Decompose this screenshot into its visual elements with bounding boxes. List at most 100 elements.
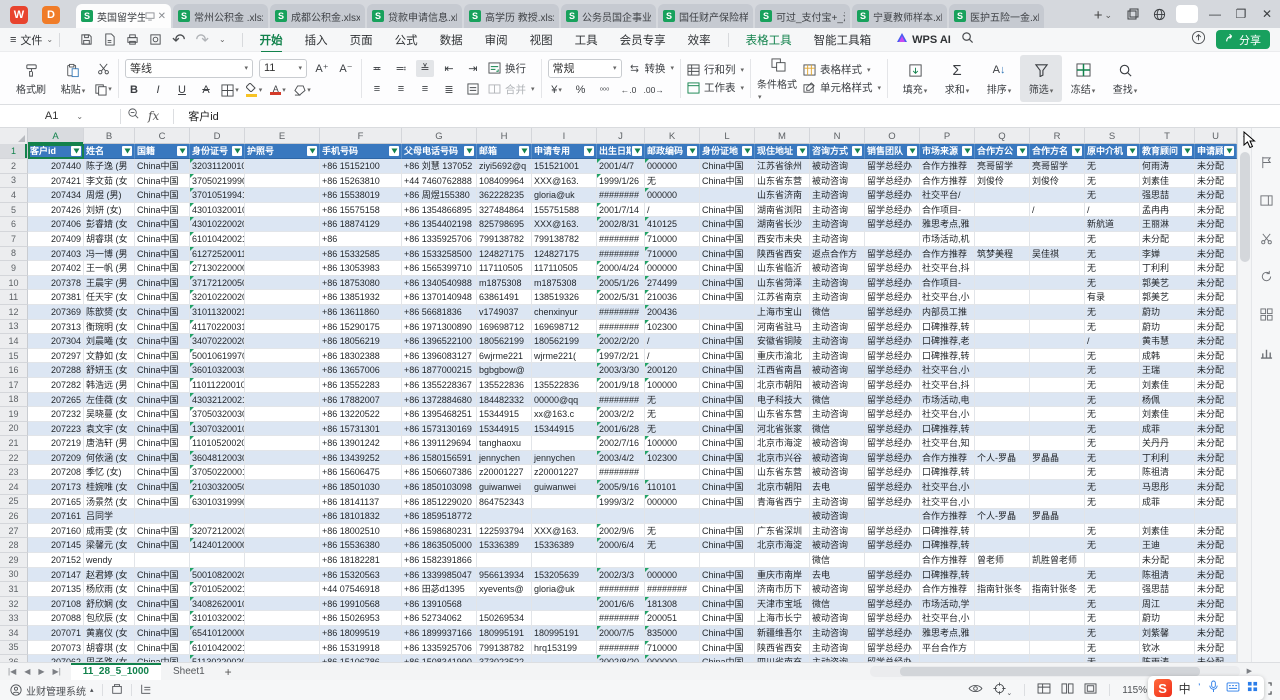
cell[interactable]: China中国 bbox=[700, 495, 755, 510]
cell[interactable] bbox=[975, 363, 1030, 378]
cell[interactable]: China中国 bbox=[700, 611, 755, 626]
cell[interactable]: +86 17882007 bbox=[320, 393, 402, 408]
cell[interactable] bbox=[1030, 320, 1085, 335]
cell[interactable]: 710000 bbox=[645, 641, 700, 656]
cell[interactable]: 陕西省西安 bbox=[755, 247, 810, 262]
convert-button[interactable]: 转换▾ bbox=[628, 61, 675, 76]
cell[interactable]: 蔚玏 bbox=[1140, 305, 1195, 320]
cell[interactable] bbox=[1030, 641, 1085, 656]
row-header[interactable]: 14 bbox=[0, 334, 28, 349]
cell[interactable]: China中国 bbox=[135, 436, 190, 451]
format-painter-button[interactable]: 格式刷 bbox=[10, 55, 52, 102]
cell[interactable]: guiwanwei bbox=[532, 480, 597, 495]
cell[interactable]: 000000 bbox=[645, 655, 700, 662]
header-cell[interactable]: 申请专用 bbox=[532, 144, 597, 159]
cell[interactable] bbox=[190, 553, 245, 568]
cell[interactable]: China中国 bbox=[700, 363, 755, 378]
decrease-font-icon[interactable]: A⁻ bbox=[337, 60, 355, 77]
cell[interactable]: China中国 bbox=[135, 217, 190, 232]
cell[interactable]: 留学总经办 bbox=[865, 407, 920, 422]
worksheet-button[interactable]: 工作表▾ bbox=[687, 80, 744, 95]
cell[interactable]: 留学总经办 bbox=[865, 436, 920, 451]
cell[interactable]: 2000/7/5 bbox=[597, 626, 645, 641]
font-size-select[interactable]: 11▾ bbox=[259, 59, 307, 78]
panel-icon[interactable] bbox=[1260, 194, 1273, 212]
column-header-E[interactable]: E bbox=[245, 128, 320, 144]
cell[interactable] bbox=[975, 261, 1030, 276]
cell[interactable]: 122593794 bbox=[477, 524, 532, 539]
cell[interactable]: 207434 bbox=[28, 188, 84, 203]
cell[interactable]: 207219 bbox=[28, 436, 84, 451]
cell[interactable] bbox=[245, 655, 320, 662]
scissors-icon[interactable] bbox=[1260, 232, 1273, 250]
cell[interactable] bbox=[1030, 334, 1085, 349]
cell[interactable]: 左佳薇 (女 bbox=[84, 393, 135, 408]
cell[interactable]: 未分配 bbox=[1195, 217, 1237, 232]
freeze-button[interactable]: 冻结▾ bbox=[1062, 55, 1104, 102]
cell[interactable]: 124827175 bbox=[477, 247, 532, 262]
filter-dropdown-icon[interactable] bbox=[71, 146, 81, 156]
cell[interactable] bbox=[245, 159, 320, 174]
cell[interactable] bbox=[135, 509, 190, 524]
print-preview-icon[interactable] bbox=[149, 33, 162, 46]
cell[interactable]: 上海市长宁 bbox=[755, 611, 810, 626]
cell[interactable]: 000000 bbox=[645, 568, 700, 583]
cell[interactable]: 无 bbox=[645, 393, 700, 408]
cell[interactable] bbox=[1030, 378, 1085, 393]
cell[interactable]: +86 刘慧 137052 bbox=[402, 159, 477, 174]
row-header[interactable]: 33 bbox=[0, 611, 28, 626]
filter-dropdown-icon[interactable] bbox=[907, 146, 917, 156]
cell[interactable]: xx@163.c bbox=[532, 407, 597, 422]
cell[interactable]: ######## bbox=[645, 582, 700, 597]
column-header-H[interactable]: H bbox=[477, 128, 532, 144]
cell[interactable]: 未分配 bbox=[1140, 232, 1195, 247]
cell[interactable]: 罗晶晶 bbox=[1030, 451, 1085, 466]
cell[interactable]: 430321200211140121 bbox=[190, 393, 245, 408]
maximize-button[interactable]: ❐ bbox=[1228, 0, 1254, 28]
row-header[interactable]: 34 bbox=[0, 626, 28, 641]
cell[interactable]: 无 bbox=[1085, 393, 1140, 408]
cell[interactable]: jennychen bbox=[477, 451, 532, 466]
cell[interactable]: China中国 bbox=[700, 261, 755, 276]
new-tab-button[interactable]: + bbox=[1094, 7, 1103, 24]
cell[interactable]: +86 13220522 bbox=[320, 407, 402, 422]
filter-dropdown-icon[interactable] bbox=[122, 146, 132, 156]
cell[interactable]: 丁利利 bbox=[1140, 261, 1195, 276]
cell[interactable]: 留学总经办 bbox=[865, 582, 920, 597]
cell[interactable]: China中国 bbox=[135, 393, 190, 408]
cell[interactable]: China中国 bbox=[700, 174, 755, 189]
cell[interactable]: 327484864 bbox=[477, 203, 532, 218]
cell[interactable]: 河南省驻马 bbox=[755, 320, 810, 335]
cell[interactable]: 2005/9/16 bbox=[597, 480, 645, 495]
row-header[interactable]: 29 bbox=[0, 553, 28, 568]
row-header[interactable]: 16 bbox=[0, 363, 28, 378]
cell[interactable]: +86 19910568 bbox=[320, 597, 402, 612]
cell[interactable]: 合作方推荐 bbox=[920, 174, 975, 189]
bold-button[interactable]: B bbox=[125, 82, 143, 99]
cell[interactable] bbox=[245, 611, 320, 626]
cell[interactable]: 207313 bbox=[28, 320, 84, 335]
filter-dropdown-icon[interactable] bbox=[1127, 146, 1137, 156]
cell[interactable]: 被动咨询 bbox=[810, 159, 865, 174]
vertical-scrollbar[interactable]: ▲ bbox=[1237, 128, 1251, 662]
filter-dropdown-icon[interactable] bbox=[852, 146, 862, 156]
cell[interactable] bbox=[477, 509, 532, 524]
cell[interactable]: 207071 bbox=[28, 626, 84, 641]
cell[interactable]: 207108 bbox=[28, 597, 84, 612]
cell[interactable]: 合作方推荐 bbox=[920, 451, 975, 466]
cell[interactable]: 蔚玏 bbox=[1140, 320, 1195, 335]
row-header[interactable]: 26 bbox=[0, 509, 28, 524]
wps-ai-button[interactable]: WPS AI bbox=[896, 32, 951, 47]
cell[interactable]: 刘素佳 bbox=[1140, 174, 1195, 189]
cell[interactable]: 612725200110100019 bbox=[190, 247, 245, 262]
cell[interactable]: China中国 bbox=[135, 349, 190, 364]
cell[interactable]: 亮哥留学 bbox=[1030, 159, 1085, 174]
column-header-O[interactable]: O bbox=[865, 128, 920, 144]
cell[interactable]: China中国 bbox=[135, 568, 190, 583]
cell[interactable]: 未分配 bbox=[1195, 349, 1237, 364]
cell[interactable]: 平台合作方 bbox=[920, 641, 975, 656]
cell[interactable]: 未分配 bbox=[1195, 626, 1237, 641]
cell[interactable]: 成韩 bbox=[1140, 349, 1195, 364]
header-cell[interactable]: 姓名 bbox=[84, 144, 135, 159]
cell[interactable]: 刘俊伶 bbox=[1030, 174, 1085, 189]
